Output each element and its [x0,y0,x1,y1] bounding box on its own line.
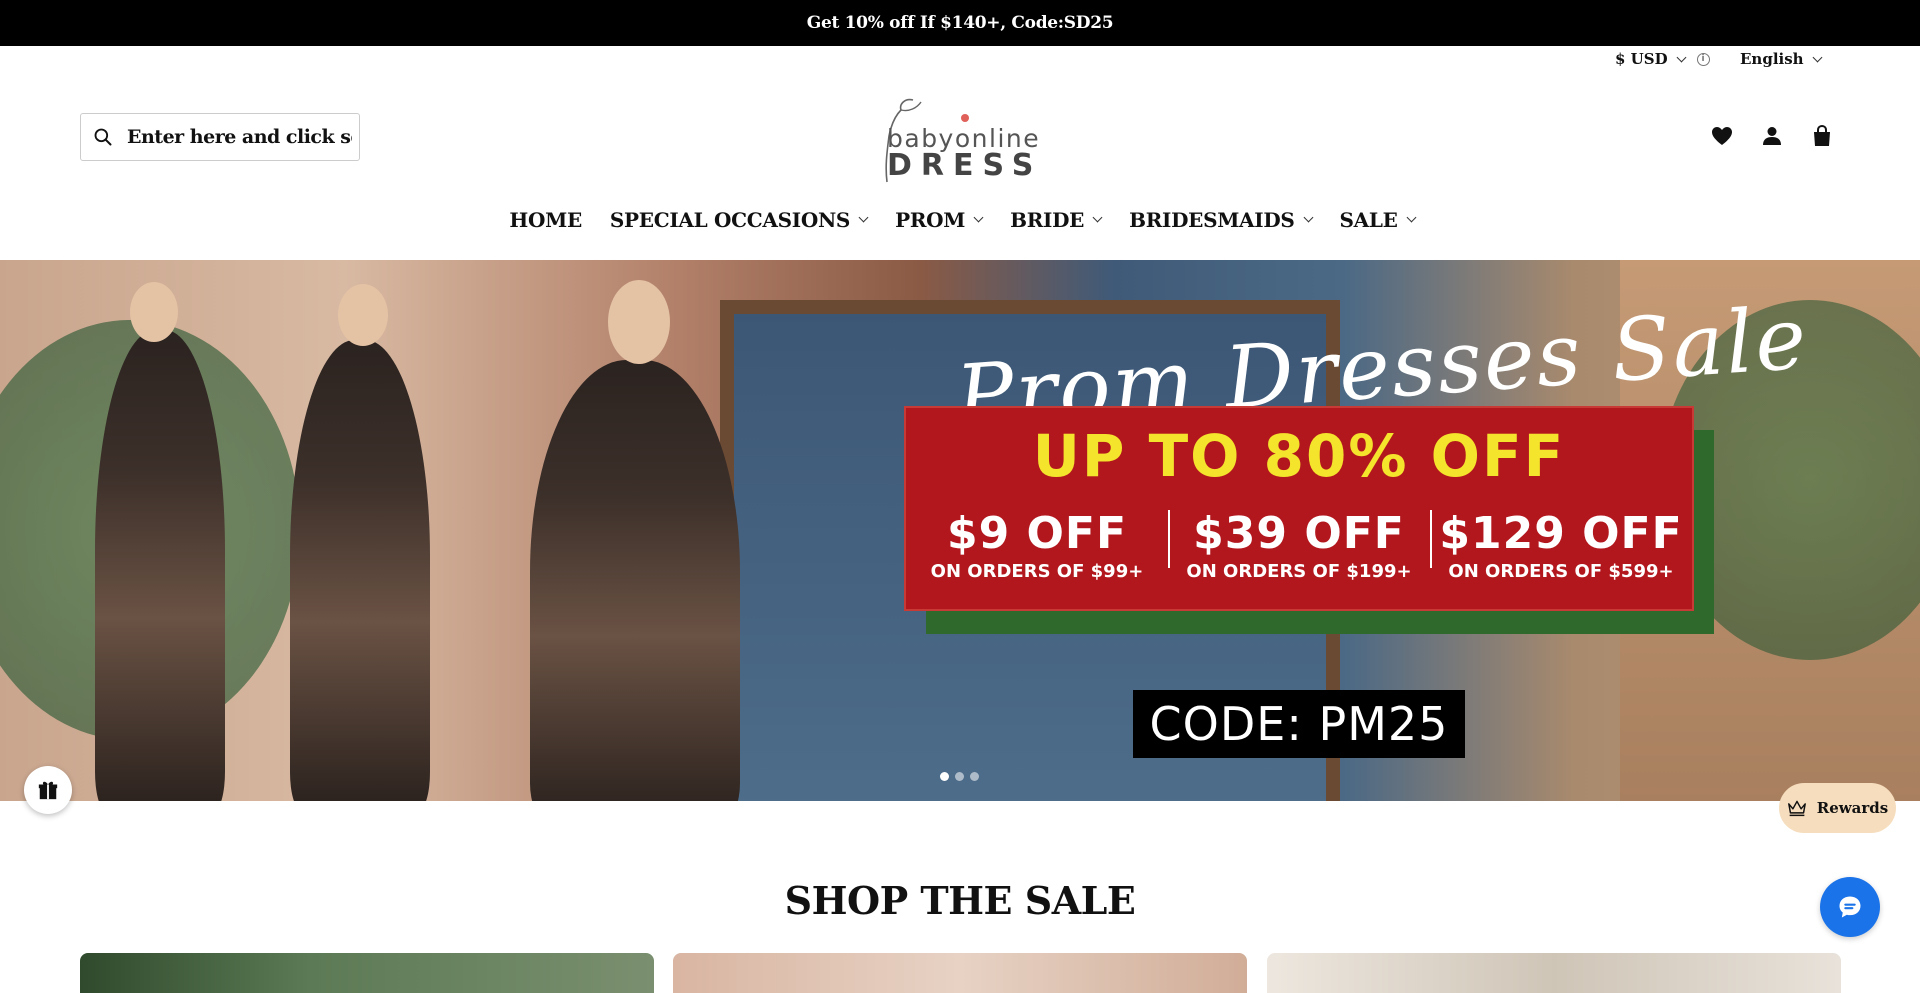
hero-model-image [290,340,430,801]
hero-model-head [338,284,388,346]
rewards-label: Rewards [1816,799,1889,817]
search-input[interactable] [127,126,352,148]
section-title: SHOP THE SALE [784,878,1136,923]
utility-bar: $ USD i English [0,46,1920,70]
tier-amount: $9 OFF [946,508,1128,559]
tier-note: ON ORDERS OF $599+ [1448,561,1674,582]
carousel-dot-3[interactable] [970,772,979,781]
chevron-down-icon [1676,52,1687,62]
currency-label: $ USD [1615,50,1668,68]
chevron-down-icon [1406,212,1417,223]
gift-button[interactable] [24,766,72,814]
announcement-text: Get 10% off If $140+, Code:SD25 [806,13,1114,33]
hero-banner[interactable]: Prom Dresses Sale UP TO 80% OFF $9 OFF O… [0,260,1920,801]
language-label: English [1740,50,1804,68]
tier-amount: $129 OFF [1439,508,1683,559]
sale-card[interactable] [80,953,654,993]
nav-label: HOME [509,208,582,232]
chevron-down-icon [858,212,869,223]
heart-icon[interactable] [1710,124,1734,148]
account-icon[interactable] [1760,124,1784,148]
nav-label: SALE [1339,208,1398,232]
nav-item-sale[interactable]: SALE [1339,208,1417,232]
offer-tier: $9 OFF ON ORDERS OF $99+ [906,508,1168,582]
nav-item-bridesmaids[interactable]: BRIDESMAIDS [1129,208,1313,232]
offer-box: UP TO 80% OFF $9 OFF ON ORDERS OF $99+ $… [904,406,1694,611]
nav-item-special-occasions[interactable]: SPECIAL OCCASIONS [609,208,869,232]
hero-model-head [130,282,178,342]
nav-item-bride[interactable]: BRIDE [1010,208,1103,232]
rewards-button[interactable]: Rewards [1779,783,1896,833]
site-logo[interactable]: babyonline DRESS [875,92,1045,184]
chevron-down-icon [1812,52,1823,62]
currency-selector[interactable]: $ USD i [1615,50,1710,68]
sale-card[interactable] [1267,953,1841,993]
shopping-bag-icon[interactable] [1810,124,1834,148]
announcement-bar: Get 10% off If $140+, Code:SD25 [0,0,1920,46]
nav-label: SPECIAL OCCASIONS [609,208,851,232]
chevron-down-icon [973,212,984,223]
nav-label: PROM [895,208,966,232]
hero-model-image [530,360,740,801]
nav-item-home[interactable]: HOME [509,208,582,232]
carousel-dot-1[interactable] [940,772,949,781]
nav-item-prom[interactable]: PROM [895,208,984,232]
carousel-dot-2[interactable] [955,772,964,781]
chevron-down-icon [1303,212,1313,223]
sale-card[interactable] [673,953,1247,993]
carousel-dots [940,772,979,781]
nav-label: BRIDESMAIDS [1129,208,1295,232]
tier-note: ON ORDERS OF $199+ [1186,561,1412,582]
hero-model-image [95,330,225,801]
promo-code-label: CODE: PM25 [1133,690,1465,758]
logo-dot [961,114,969,122]
offer-tier: $39 OFF ON ORDERS OF $199+ [1168,508,1430,582]
offer-headline: UP TO 80% OFF [1032,422,1566,490]
gift-icon [38,781,58,800]
crown-icon [1787,800,1806,817]
search-icon[interactable] [93,127,113,147]
logo-text-line2: DRESS [887,148,1043,183]
chevron-down-icon [1092,212,1103,223]
language-selector[interactable]: English [1740,50,1823,68]
header-actions [1710,124,1834,148]
search-box[interactable] [80,113,360,161]
main-nav: HOME SPECIAL OCCASIONS PROM BRIDE BRIDES… [0,208,1920,232]
info-icon[interactable]: i [1696,52,1710,66]
tier-note: ON ORDERS OF $99+ [930,561,1144,582]
nav-label: BRIDE [1010,208,1085,232]
hero-model-head [608,280,670,364]
offer-tier: $129 OFF ON ORDERS OF $599+ [1430,508,1692,582]
offer-tiers: $9 OFF ON ORDERS OF $99+ $39 OFF ON ORDE… [906,508,1692,582]
tier-amount: $39 OFF [1193,508,1405,559]
